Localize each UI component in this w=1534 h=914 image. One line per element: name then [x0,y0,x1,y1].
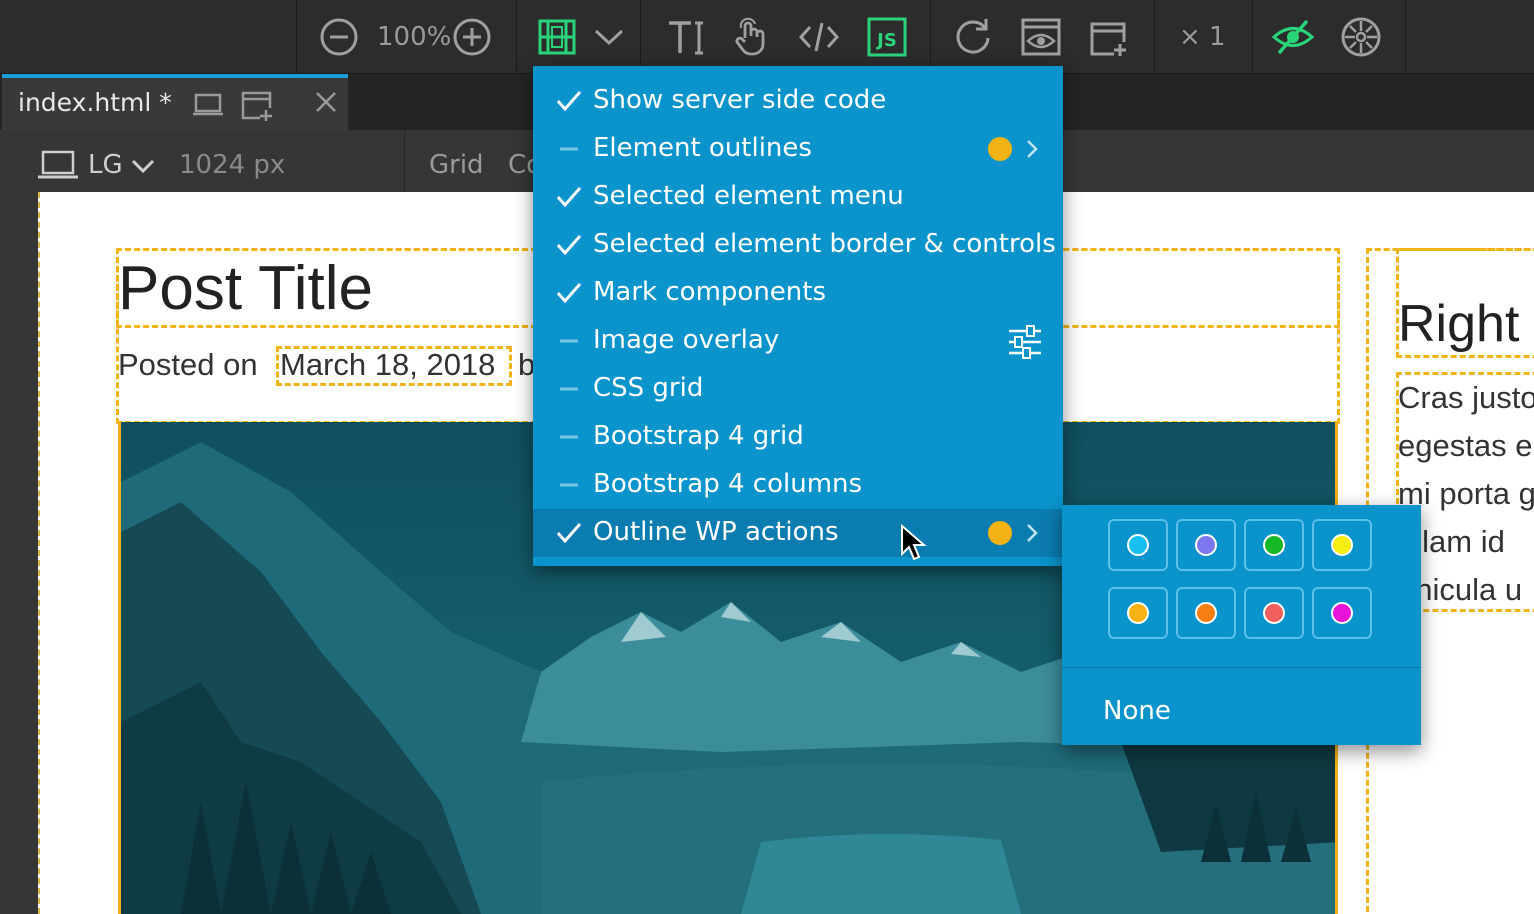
post-title[interactable]: Post Title [118,253,373,324]
dash-icon [560,483,578,487]
color-dot [1195,534,1217,556]
multiplier-label[interactable]: × 1 [1179,22,1226,52]
dash-icon [560,435,578,439]
color-swatch-violet[interactable] [1176,519,1236,571]
text-tool-icon[interactable] [663,14,707,60]
menu-item-label: Selected element menu [593,181,904,211]
sidebar-line: Cras justo [1398,380,1534,415]
laptop-icon[interactable] [38,150,78,184]
color-swatch-cyan[interactable] [1108,519,1168,571]
color-swatch-amber[interactable] [1108,587,1168,639]
color-swatch-green[interactable] [1244,519,1304,571]
code-icon[interactable] [797,14,841,60]
zoom-in-icon[interactable] [450,14,494,60]
canvas-gutter [0,192,38,914]
post-date[interactable]: March 18, 2018 [280,347,495,383]
posted-prefix: Posted on [118,347,258,382]
device-width-label: 1024 px [179,150,286,180]
none-option[interactable]: None [1103,696,1171,726]
menu-item-label: Image overlay [593,325,780,355]
menu-item-label: Bootstrap 4 grid [593,421,804,451]
app-window: 100% JS × 1 index.html * LG 1024 px Grid… [0,0,1534,914]
menu-item-show-server-side-code[interactable]: Show server side code [533,77,1063,125]
menu-item-label: Outline WP actions [593,517,839,547]
chevron-right-icon [1027,140,1038,158]
tab-label: index.html * [18,88,172,117]
js-icon[interactable]: JS [865,14,909,60]
divider [1062,667,1421,668]
dash-icon [560,339,578,343]
menu-item-outline-wp-actions[interactable]: Outline WP actions [533,509,1063,557]
zoom-level[interactable]: 100% [377,22,451,52]
check-icon [556,283,582,304]
menu-item-selected-element-menu[interactable]: Selected element menu [533,173,1063,221]
color-swatch-orange[interactable] [1176,587,1236,639]
visibility-icon[interactable] [1271,14,1315,60]
color-dot [1195,602,1217,624]
color-swatch-yellow[interactable] [1312,519,1372,571]
menu-item-mark-components[interactable]: Mark components [533,269,1063,317]
tab-index-html[interactable]: index.html * [2,74,348,130]
debug-icon[interactable] [1339,14,1383,60]
color-dot [1331,602,1353,624]
page-tools-group [930,0,1154,74]
check-icon [556,523,582,544]
chevron-down-icon[interactable] [130,158,156,178]
zoom-group: 100% [296,0,516,74]
sliders-icon[interactable] [1007,325,1043,359]
tools-group: JS [640,0,930,74]
outline-group [516,0,640,74]
outline-view-icon[interactable] [535,14,579,60]
color-dot [1263,534,1285,556]
check-icon [556,187,582,208]
multiplier-group: × 1 [1154,0,1252,74]
menu-item-image-overlay[interactable]: Image overlay [533,317,1063,365]
device-preview-icon[interactable] [192,92,224,122]
grid-toggle[interactable]: Grid [429,150,484,180]
sidebar-line: egestas e [1398,428,1533,463]
menu-item-label: Bootstrap 4 columns [593,469,863,499]
menu-item-label: CSS grid [593,373,704,403]
menu-item-bootstrap-4-columns[interactable]: Bootstrap 4 columns [533,461,1063,509]
menu-item-selected-element-border-controls[interactable]: Selected element border & controls [533,221,1063,269]
menu-item-label: Mark components [593,277,827,307]
top-toolbar: 100% JS × 1 [0,0,1534,74]
menu-item-css-grid[interactable]: CSS grid [533,365,1063,413]
mouse-cursor-icon [901,524,927,561]
svg-text:JS: JS [875,30,897,51]
menu-item-label: Element outlines [593,133,812,163]
menu-item-element-outlines[interactable]: Element outlines [533,125,1063,173]
device-size-label[interactable]: LG [88,150,123,180]
close-icon[interactable] [314,90,338,118]
posted-on-label: Posted on [118,347,258,383]
zoom-out-icon[interactable] [317,14,361,60]
refresh-icon[interactable] [951,14,995,60]
color-dot [1127,534,1149,556]
visibility-group [1252,0,1406,74]
dash-icon [560,387,578,391]
chevron-right-icon [1027,524,1038,542]
new-window-icon[interactable] [240,88,274,126]
color-dot [1127,602,1149,624]
outline-color-dot [988,521,1012,545]
chevron-down-icon[interactable] [587,14,631,60]
dash-icon [560,147,578,151]
add-page-icon[interactable] [1087,14,1131,60]
divider [404,130,405,192]
color-swatch-magenta[interactable] [1312,587,1372,639]
view-options-menu: Show server side code Element outlines S… [533,66,1063,566]
sidebar-title[interactable]: Right [1398,294,1519,354]
check-icon [556,235,582,256]
outline-color-dot [988,137,1012,161]
color-dot [1331,534,1353,556]
menu-item-bootstrap-4-grid[interactable]: Bootstrap 4 grid [533,413,1063,461]
menu-item-label: Selected element border & controls [593,229,1056,259]
color-swatch-red[interactable] [1244,587,1304,639]
check-icon [556,91,582,112]
preview-icon[interactable] [1019,14,1063,60]
outline-color-submenu: None [1062,505,1421,745]
touch-icon[interactable] [729,14,773,60]
color-dot [1263,602,1285,624]
menu-item-label: Show server side code [593,85,887,115]
